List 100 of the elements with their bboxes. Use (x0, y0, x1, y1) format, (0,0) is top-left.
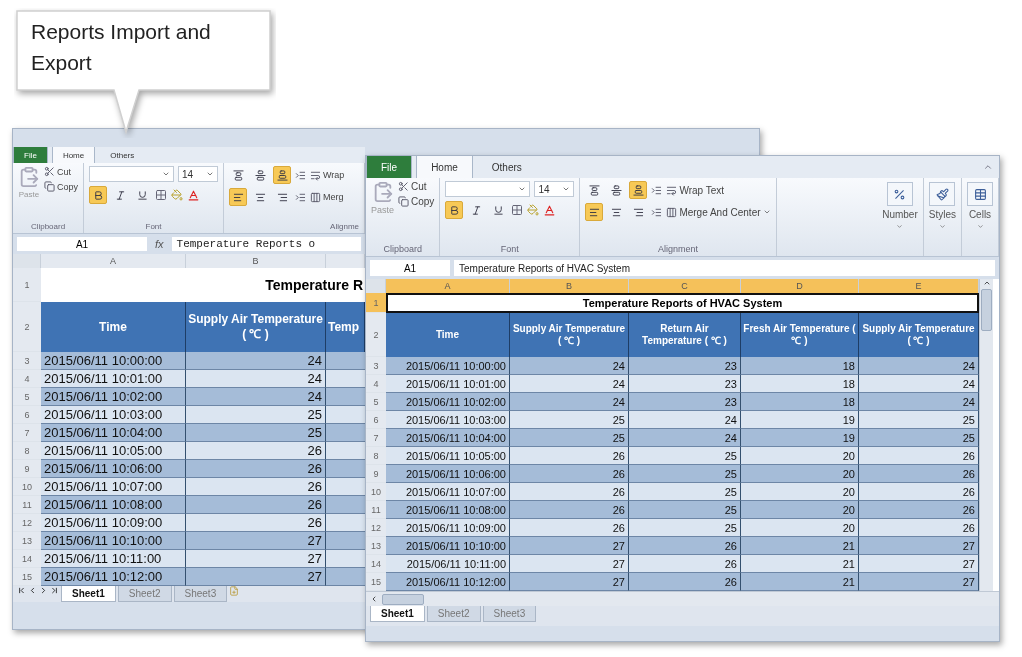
row-number[interactable]: 1 (366, 293, 386, 313)
font-size-field[interactable]: 14 (178, 166, 218, 182)
row-number[interactable]: 6 (366, 411, 386, 429)
borders-icon[interactable] (511, 204, 524, 216)
wrap-text-button[interactable]: Wrap (310, 169, 345, 181)
column-header[interactable]: A (386, 279, 510, 293)
sheet-tab[interactable]: Sheet3 (173, 586, 228, 602)
borders-icon[interactable] (155, 189, 167, 201)
vertical-scrollbar[interactable] (979, 279, 993, 591)
bold-button[interactable] (445, 201, 464, 219)
cut-button[interactable]: Cut (398, 181, 435, 192)
row-number[interactable]: 14 (13, 550, 41, 568)
align-bottom-button[interactable] (273, 166, 291, 184)
row-number[interactable]: 9 (366, 465, 386, 483)
row-number[interactable]: 3 (13, 352, 41, 370)
merge-button[interactable]: Merge And Center (666, 206, 771, 218)
table-cell: 19 (741, 429, 859, 447)
ribbon-group-button[interactable]: Styles (923, 178, 962, 256)
file-tab[interactable]: File (366, 156, 413, 178)
ribbon-tab[interactable]: Others (476, 156, 537, 178)
row-number[interactable]: 11 (366, 501, 386, 519)
indent-icon[interactable] (651, 184, 663, 196)
ribbon-group-button[interactable]: Cells (962, 178, 999, 256)
formula-field[interactable]: Temperature Reports o (171, 237, 361, 251)
font-color-icon[interactable] (187, 188, 200, 202)
function-label[interactable]: fx (151, 238, 168, 250)
row-number[interactable]: 9 (13, 460, 41, 478)
row-number[interactable]: 10 (366, 483, 386, 501)
indent-icon[interactable] (295, 169, 306, 181)
font-size-field[interactable]: 14 (534, 181, 575, 197)
formula-field[interactable]: Temperature Reports of HVAC System (454, 260, 995, 276)
font-color-icon[interactable] (543, 203, 557, 217)
indent-icon[interactable] (295, 191, 306, 203)
row-number[interactable]: 8 (13, 442, 41, 460)
column-header[interactable]: B (186, 254, 326, 268)
row-number[interactable]: 3 (366, 357, 386, 375)
align-left-button[interactable] (585, 203, 604, 221)
previous-sheet-icon[interactable] (28, 586, 37, 595)
scroll-thumb[interactable] (981, 289, 992, 331)
horizontal-scrollbar[interactable] (366, 591, 999, 606)
row-number[interactable]: 1 (13, 268, 41, 302)
row-number[interactable]: 15 (366, 573, 386, 591)
scroll-thumb[interactable] (382, 593, 424, 605)
column-header[interactable]: B (510, 279, 629, 293)
row-number[interactable]: 4 (366, 375, 386, 393)
row-number[interactable]: 15 (13, 568, 41, 586)
row-number[interactable]: 7 (13, 424, 41, 442)
wrap-text-button[interactable]: Wrap Text (666, 184, 725, 196)
bold-button[interactable] (89, 186, 107, 204)
indent-icon[interactable] (651, 206, 663, 218)
next-sheet-icon[interactable] (39, 586, 48, 595)
align-bottom-button[interactable] (629, 181, 648, 199)
row-number[interactable]: 13 (13, 532, 41, 550)
row-number[interactable]: 14 (366, 555, 386, 573)
row-number[interactable]: 4 (13, 370, 41, 388)
row-number[interactable]: 8 (366, 447, 386, 465)
row-number[interactable]: 11 (13, 496, 41, 514)
row-number[interactable]: 12 (13, 514, 41, 532)
font-name-field[interactable] (445, 181, 531, 197)
ribbon-tab[interactable]: Home (416, 156, 473, 178)
column-header[interactable]: C (629, 279, 741, 293)
paste-button[interactable]: Paste (371, 181, 394, 244)
file-tab[interactable]: File (13, 147, 48, 163)
scroll-left-icon[interactable] (370, 595, 378, 603)
row-number[interactable]: 5 (366, 393, 386, 411)
merge-button[interactable]: Merg (310, 191, 344, 203)
scroll-up-icon[interactable] (982, 279, 991, 287)
ribbon-tab[interactable]: Home (51, 147, 96, 163)
row-number[interactable]: 7 (366, 429, 386, 447)
font-name-field[interactable] (89, 166, 174, 182)
sheet-tab[interactable]: Sheet2 (426, 606, 481, 622)
sheet-tab[interactable]: Sheet3 (482, 606, 537, 622)
sheet-tab[interactable]: Sheet2 (117, 586, 172, 602)
name-box[interactable]: A1 (370, 260, 450, 276)
column-header[interactable]: D (741, 279, 859, 293)
cut-button[interactable]: Cut (44, 166, 78, 177)
row-number[interactable]: 2 (366, 313, 386, 357)
first-sheet-icon[interactable] (17, 586, 26, 595)
ribbon-tab[interactable]: Others (99, 147, 146, 163)
last-sheet-icon[interactable] (50, 586, 59, 595)
italic-icon (470, 204, 482, 216)
row-number[interactable]: 12 (366, 519, 386, 537)
column-header[interactable]: E (859, 279, 979, 293)
sheet-tab[interactable]: Sheet1 (61, 586, 116, 602)
row-number[interactable]: 2 (13, 302, 41, 352)
name-box[interactable]: A1 (17, 237, 147, 251)
sheet-tab[interactable]: Sheet1 (370, 606, 425, 622)
ribbon-group-button[interactable]: Number (877, 178, 924, 256)
copy-icon (398, 196, 409, 207)
row-number[interactable]: 13 (366, 537, 386, 555)
align-left-button[interactable] (229, 188, 247, 206)
row-number[interactable]: 10 (13, 478, 41, 496)
row-number[interactable]: 6 (13, 406, 41, 424)
table-cell: 24 (629, 429, 741, 447)
copy-button[interactable]: Copy (398, 196, 435, 207)
header-cell: Time (41, 302, 186, 352)
row-number[interactable]: 5 (13, 388, 41, 406)
paste-button[interactable]: Paste (18, 166, 40, 222)
column-header[interactable]: A (41, 254, 186, 268)
copy-button[interactable]: Copy (44, 181, 78, 192)
